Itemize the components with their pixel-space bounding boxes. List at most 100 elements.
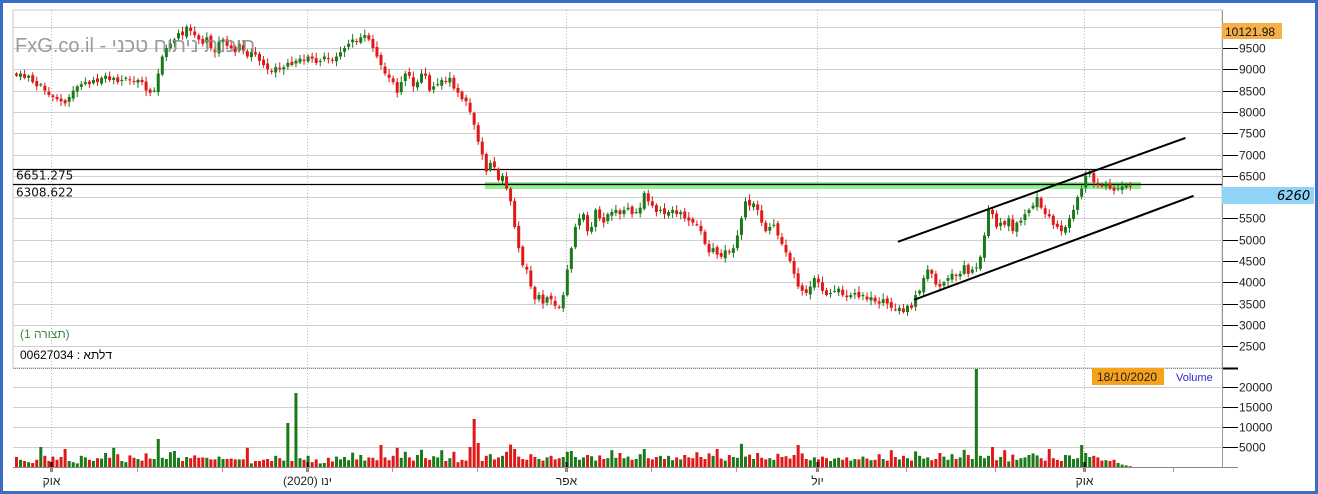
volume-bar — [488, 454, 492, 467]
volume-bar — [974, 369, 978, 467]
candle-body — [711, 248, 715, 252]
volume-bar — [290, 461, 294, 467]
candle — [626, 202, 630, 211]
candle — [711, 242, 715, 254]
volume-bar — [634, 459, 638, 467]
candle — [618, 208, 622, 220]
candle-body — [476, 125, 480, 142]
volume-bar — [545, 457, 549, 467]
candle-body — [266, 63, 270, 70]
candle — [687, 212, 691, 226]
candle — [47, 87, 51, 98]
candle — [833, 285, 837, 293]
volume-bar — [897, 459, 901, 467]
candle — [31, 72, 35, 84]
candle — [829, 288, 833, 298]
config-label[interactable]: (תצורה 1) — [20, 327, 70, 341]
candle-body — [298, 58, 302, 63]
volume-bar — [768, 458, 772, 467]
channel-line-upper[interactable] — [897, 136, 1186, 243]
candle — [926, 265, 930, 282]
candle-body — [557, 306, 561, 308]
volume-bar — [286, 423, 290, 467]
volume-bar — [748, 454, 752, 467]
candle — [974, 262, 978, 272]
candle-body — [545, 297, 549, 303]
candle-body — [359, 37, 363, 43]
candle-body — [480, 141, 484, 155]
volume-bar — [330, 461, 334, 467]
volume-label: Volume — [1176, 372, 1213, 384]
candle-body — [695, 224, 699, 226]
candle-body — [79, 84, 83, 87]
candle — [731, 244, 735, 258]
candle-body — [148, 89, 152, 93]
volume-bar — [387, 460, 391, 467]
volume-bar — [501, 455, 504, 467]
candle-body — [602, 217, 606, 223]
candle-body — [492, 161, 496, 168]
candle-body — [910, 305, 914, 308]
volume-bar — [351, 452, 355, 467]
candle-body — [387, 74, 391, 78]
candle — [577, 213, 581, 230]
last-price-label: 6260 — [1277, 189, 1310, 204]
volume-bar — [553, 459, 557, 467]
candle-body — [399, 82, 403, 93]
volume-bar — [440, 450, 444, 467]
candle-body — [51, 95, 55, 97]
candle — [541, 289, 545, 309]
candle-body — [91, 79, 95, 84]
candle — [302, 54, 306, 65]
volume-bar — [253, 461, 257, 467]
channel-line-lower[interactable] — [913, 194, 1194, 301]
volume-bar — [614, 457, 618, 467]
volume-bar — [582, 457, 585, 467]
candle-body — [23, 74, 27, 78]
volume-bar — [1003, 450, 1007, 467]
candle — [885, 295, 889, 309]
candle — [371, 34, 375, 53]
volume-bar — [1096, 457, 1100, 467]
candle-body — [505, 176, 509, 189]
candle — [87, 80, 91, 88]
candle — [695, 220, 699, 227]
candle-body — [650, 201, 654, 206]
candle — [744, 197, 747, 221]
candle-body — [808, 286, 812, 295]
volume-tick-label: 20000 — [1239, 381, 1273, 395]
candle-body — [347, 43, 351, 47]
candle-body — [67, 96, 71, 102]
volume-bar — [314, 459, 318, 467]
price-chart[interactable]: 6651.275 6308.622 9500 9000 8500 8000 7500 700… — [0, 0, 1318, 494]
candle-body — [942, 282, 946, 286]
volume-bar — [622, 458, 626, 467]
volume-bar — [995, 460, 999, 467]
volume-bar — [399, 457, 403, 467]
candle — [375, 41, 379, 59]
volume-bar — [841, 459, 845, 467]
volume-bar — [96, 458, 99, 467]
candle-body — [683, 211, 687, 219]
candle — [298, 54, 302, 65]
candle-body — [970, 269, 974, 273]
volume-bar — [302, 459, 306, 467]
volume-bar — [415, 455, 419, 467]
volume-bar — [687, 457, 691, 467]
candle — [488, 160, 492, 172]
candle-body — [306, 56, 310, 62]
candle-body — [31, 75, 35, 83]
volume-bar — [873, 459, 877, 467]
price-tick-label: 4000 — [1239, 276, 1266, 290]
candle-body — [776, 223, 780, 236]
volume-bar — [942, 456, 946, 467]
volume-bar — [104, 453, 108, 467]
candle — [602, 212, 606, 228]
volume-bar — [270, 461, 274, 467]
candle-body — [549, 295, 553, 300]
candle-body — [837, 288, 841, 293]
candle — [351, 33, 355, 48]
candle-body — [865, 296, 869, 300]
candle — [930, 268, 934, 279]
candle — [359, 33, 363, 45]
